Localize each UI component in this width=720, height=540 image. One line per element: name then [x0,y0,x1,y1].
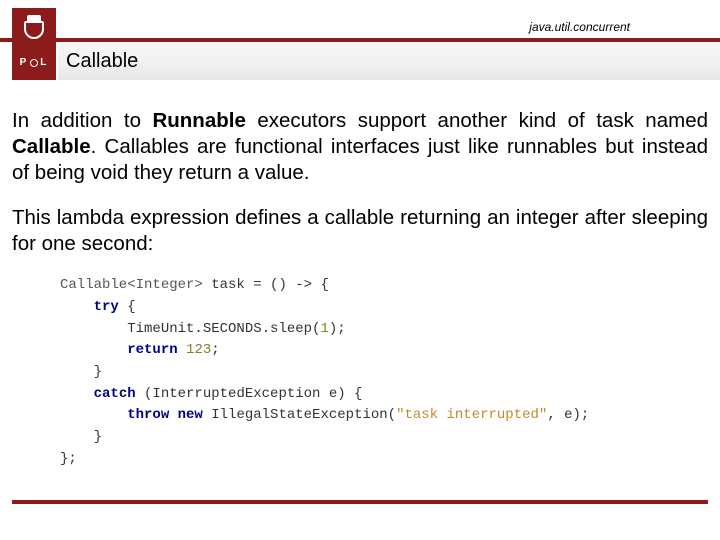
code-text: } [94,364,102,380]
code-keyword-try: try [94,299,119,315]
code-text: } [94,429,102,445]
code-text: }; [60,451,77,467]
paragraph-1: In addition to Runnable executors suppor… [12,108,708,187]
code-line-4: return 123; [60,340,708,362]
bottom-divider [12,500,708,504]
p1-text-b: executors support another kind of task n… [246,109,708,132]
code-number: 1 [320,321,328,337]
code-text: , e); [547,407,589,423]
code-text: ); [329,321,346,337]
code-text: (InterruptedException e) { [136,386,363,402]
logo-letter-left: P [20,57,29,68]
code-type: Callable<Integer> [60,277,203,293]
package-label: java.util.concurrent [529,20,630,34]
code-keyword-throw-new: throw new [127,407,203,423]
p1-bold-runnable: Runnable [152,109,245,132]
title-bar: Callable [58,42,720,80]
code-text: { [119,299,136,315]
code-line-6: catch (InterruptedException e) { [60,384,708,406]
code-block: Callable<Integer> task = () -> { try { T… [12,275,708,470]
logo-letters: P L [20,57,49,68]
logo-letter-right: L [40,57,48,68]
code-line-1: Callable<Integer> task = () -> { [60,275,708,297]
code-keyword-return: return [127,342,177,358]
code-text [178,342,186,358]
p1-bold-callable: Callable [12,135,91,158]
slide-title: Callable [66,50,138,73]
shield-icon [24,21,44,39]
code-keyword-catch: catch [94,386,136,402]
content-area: In addition to Runnable executors suppor… [12,108,708,470]
code-text: task = () -> { [203,277,329,293]
code-string: "task interrupted" [396,407,547,423]
paragraph-2: This lambda expression defines a callabl… [12,205,708,257]
code-line-3: TimeUnit.SECONDS.sleep(1); [60,319,708,341]
code-line-2: try { [60,297,708,319]
code-line-8: } [60,427,708,449]
code-text: TimeUnit.SECONDS.sleep( [127,321,320,337]
code-line-9: }; [60,449,708,471]
code-text: ; [211,342,219,358]
code-number: 123 [186,342,211,358]
p1-text-a: In addition to [12,109,152,132]
orb-icon [30,59,38,67]
p1-text-c: . Callables are functional interfaces ju… [12,135,708,184]
code-line-5: } [60,362,708,384]
code-text: IllegalStateException( [203,407,396,423]
code-line-7: throw new IllegalStateException("task in… [60,405,708,427]
logo-badge: P L [12,8,56,80]
